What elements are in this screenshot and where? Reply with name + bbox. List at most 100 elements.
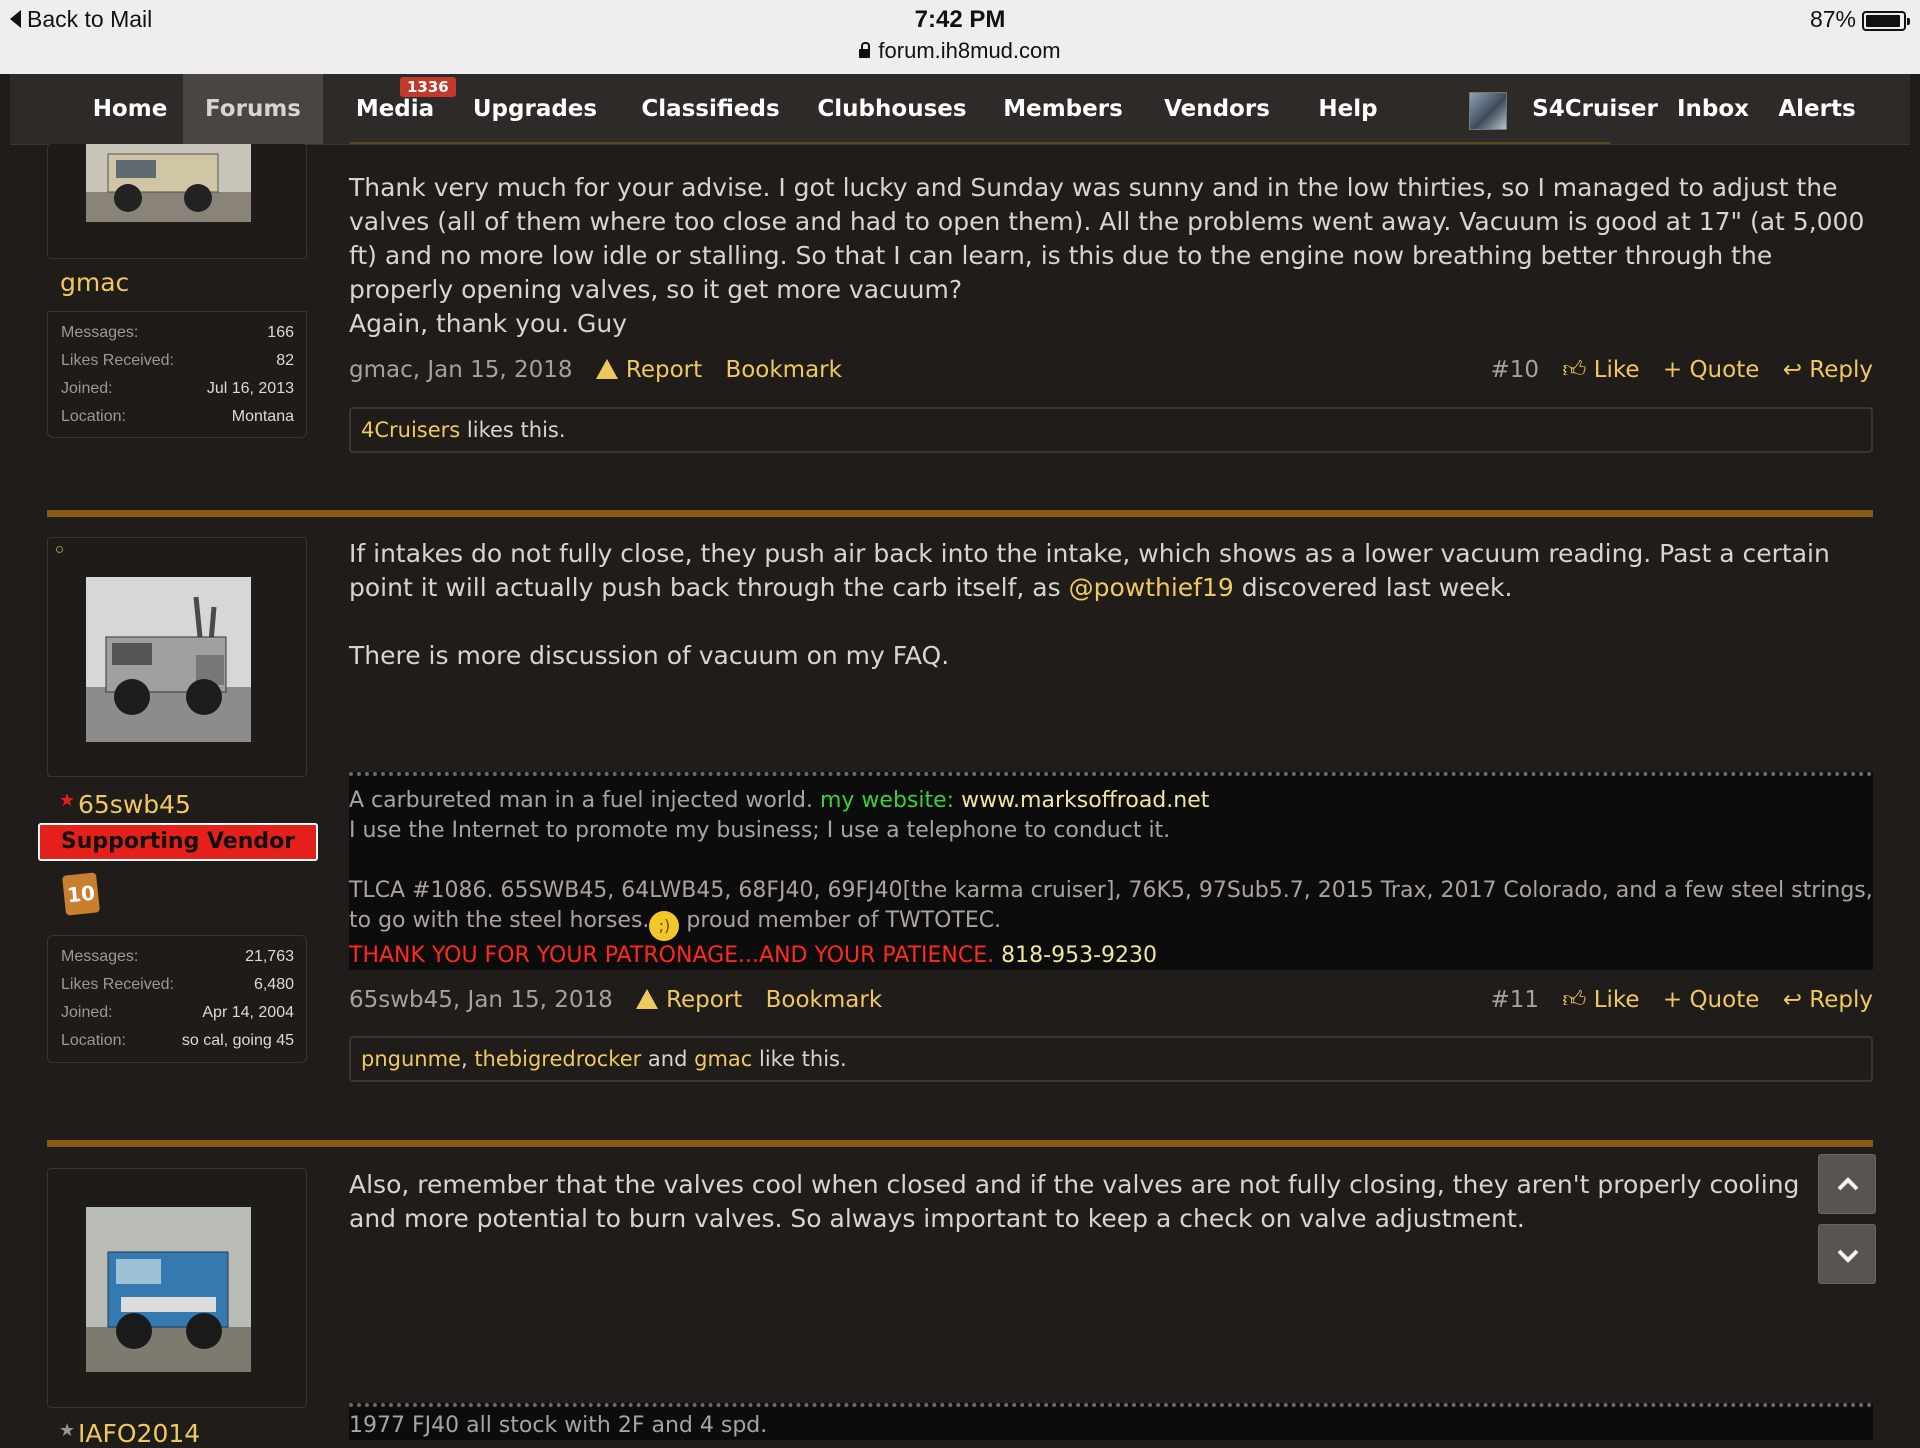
post-text: If intakes do not fully close, they push…	[349, 537, 1879, 605]
warning-icon	[636, 989, 659, 1009]
stat-row: Likes Received: 6,480	[61, 976, 294, 1004]
signature-line: TLCA #1086. 65SWB45, 64LWB45, 68FJ40, 69…	[349, 876, 1873, 941]
nav-alerts[interactable]: Alerts	[1767, 74, 1867, 144]
quote-button[interactable]: + Quote	[1663, 357, 1760, 383]
scroll-down-button[interactable]	[1818, 1224, 1876, 1284]
likes-suffix: like this.	[752, 1047, 847, 1071]
nav-home[interactable]: Home	[70, 74, 190, 144]
bookmark-link[interactable]: Bookmark	[725, 357, 842, 383]
avatar-iafo2014[interactable]	[86, 1207, 251, 1372]
username-gmac[interactable]: gmac	[60, 268, 129, 297]
post-text: Thank very much for your advise. I got l…	[349, 173, 1865, 304]
like-label: Like	[1593, 357, 1640, 383]
star-icon: ★	[59, 790, 76, 811]
lock-icon	[859, 42, 871, 58]
post-author-date[interactable]: gmac, Jan 15, 2018	[349, 357, 573, 383]
stat-row: Location: so cal, going 45	[61, 1032, 294, 1060]
stat-value: 21,763	[245, 948, 294, 965]
chevron-up-icon	[1837, 1177, 1859, 1191]
stat-value: 82	[276, 352, 294, 369]
stat-value: Jul 16, 2013	[206, 380, 294, 397]
reply-button[interactable]: ↩︎ Reply	[1783, 987, 1873, 1013]
stat-row: Likes Received: 82	[61, 352, 294, 380]
nav-members[interactable]: Members	[993, 74, 1133, 144]
mention-link[interactable]: @powthief19	[1069, 573, 1234, 602]
post-meta-11: 65swb45, Jan 15, 2018 Report Bookmark #1…	[349, 987, 1873, 1021]
bookmark-link[interactable]: Bookmark	[766, 987, 883, 1013]
likes-summary-11: pngunme, thebigredrocker and gmac like t…	[349, 1036, 1873, 1082]
avatar-gmac[interactable]	[86, 144, 251, 222]
post-actions: #10 👍︎ Like + Quote ↩︎ Reply	[1490, 357, 1873, 384]
signature-12: 1977 FJ40 all stock with 2F and 4 spd.	[349, 1403, 1873, 1440]
like-button[interactable]: 👍︎ Like	[1562, 987, 1639, 1013]
nav-help[interactable]: Help	[1300, 74, 1396, 144]
online-indicator	[56, 546, 63, 553]
like-button[interactable]: 👍︎ Like	[1562, 357, 1639, 383]
address-bar[interactable]: forum.ih8mud.com	[0, 38, 1920, 64]
thanks-text: THANK YOU FOR YOUR PATRONAGE...AND YOUR …	[349, 943, 995, 968]
post-meta-10: gmac, Jan 15, 2018 Report Bookmark #10 👍…	[349, 357, 1873, 391]
liker-link[interactable]: 4Cruisers	[361, 418, 460, 442]
website-label: my website:	[819, 788, 955, 813]
post-text-part: discovered last week.	[1233, 573, 1513, 602]
website-link[interactable]: www.marksoffroad.net	[961, 788, 1209, 813]
nav-inbox[interactable]: Inbox	[1668, 74, 1758, 144]
stat-row: Messages: 166	[61, 324, 294, 352]
url-text: forum.ih8mud.com	[878, 38, 1061, 63]
post-author-date[interactable]: 65swb45, Jan 15, 2018	[349, 987, 613, 1013]
media-count-badge: 1336	[400, 77, 456, 97]
signature-line: A carbureted man in a fuel injected worl…	[349, 786, 1873, 816]
post-divider	[47, 510, 1873, 517]
quote-button[interactable]: + Quote	[1663, 987, 1760, 1013]
reply-icon: ↩︎	[1782, 987, 1802, 1013]
stat-key: Likes Received:	[61, 352, 174, 369]
chevron-down-icon	[1837, 1249, 1859, 1263]
thumbs-up-icon: 👍︎	[1562, 357, 1587, 383]
nav-forums[interactable]: Forums	[183, 74, 323, 144]
stat-value: Montana	[231, 408, 294, 425]
ios-status-bar: Back to Mail 7:42 PM forum.ih8mud.com 87…	[0, 0, 1920, 74]
stat-key: Joined:	[61, 1004, 113, 1021]
avatar-65swb45[interactable]	[86, 577, 251, 742]
stat-key: Location:	[61, 408, 126, 425]
likes-summary-10: 4Cruisers likes this.	[349, 407, 1873, 453]
nav-classifieds[interactable]: Classifieds	[628, 74, 793, 144]
nav-media-label: Media	[355, 96, 435, 122]
signature-11: A carbureted man in a fuel injected worl…	[349, 772, 1873, 970]
username-65swb45[interactable]: 65swb45	[78, 790, 191, 819]
reply-icon: ↩︎	[1782, 357, 1802, 383]
reply-label: Reply	[1809, 987, 1873, 1013]
nav-clubhouses[interactable]: Clubhouses	[812, 74, 972, 144]
reply-button[interactable]: ↩︎ Reply	[1783, 357, 1873, 383]
nav-upgrades[interactable]: Upgrades	[470, 74, 600, 144]
stat-value: 166	[267, 324, 294, 341]
stat-row: Location: Montana	[61, 408, 294, 436]
signature-text: A carbureted man in a fuel injected worl…	[349, 788, 820, 813]
reply-label: Reply	[1809, 357, 1873, 383]
warning-icon	[595, 359, 618, 379]
post-text: Again, thank you. Guy	[349, 309, 628, 338]
nav-vendors[interactable]: Vendors	[1152, 74, 1282, 144]
username-iafo2014[interactable]: IAFO2014	[78, 1419, 200, 1448]
user-stats-65swb45: Messages: 21,763 Likes Received: 6,480 Joi…	[47, 935, 307, 1063]
signature-text: TLCA #1086. 65SWB45, 64LWB45, 68FJ40, 69…	[349, 878, 1873, 933]
report-link[interactable]: Report	[636, 987, 742, 1013]
likes-suffix: likes this.	[460, 418, 566, 442]
liker-link[interactable]: pngunme	[361, 1047, 461, 1071]
nav-user[interactable]: S4Cruiser	[1525, 74, 1665, 144]
post-divider	[47, 1140, 1873, 1147]
scroll-up-button[interactable]	[1818, 1154, 1876, 1214]
post-text: Also, remember that the valves cool when…	[349, 1170, 1800, 1233]
stat-row: Messages: 21,763	[61, 948, 294, 976]
battery-percent: 87%	[1809, 6, 1856, 32]
post-number[interactable]: #10	[1490, 357, 1539, 383]
stat-key: Joined:	[61, 380, 113, 397]
post-body-10: Thank very much for your advise. I got l…	[349, 171, 1879, 341]
liker-link[interactable]: thebigredrocker	[474, 1047, 641, 1071]
post-number[interactable]: #11	[1490, 987, 1539, 1013]
signature-edge	[350, 142, 1610, 144]
report-link[interactable]: Report	[595, 357, 702, 383]
user-avatar[interactable]	[1469, 92, 1507, 130]
liker-link[interactable]: gmac	[694, 1047, 752, 1071]
phone-number[interactable]: 818-953-9230	[1001, 943, 1157, 968]
